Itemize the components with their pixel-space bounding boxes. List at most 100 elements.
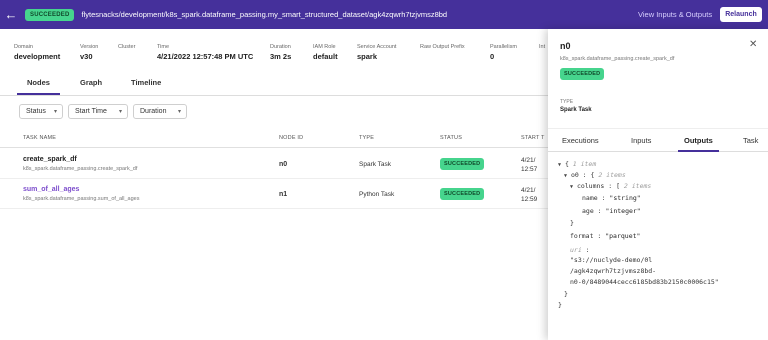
meta-label: Int <box>539 44 546 50</box>
chevron-down-icon: ▾ <box>118 109 122 115</box>
panel-tabs: Executions Inputs Outputs Task <box>548 128 768 152</box>
tab-task[interactable]: Task <box>743 136 758 145</box>
tab-inputs[interactable]: Inputs <box>631 136 651 145</box>
task-name[interactable]: sum_of_all_ages <box>23 186 79 193</box>
json-key: o0 <box>570 171 579 179</box>
meta-value: 3m 2s <box>270 52 292 61</box>
meta-label: Raw Output Prefix <box>420 44 465 50</box>
json-format-line: format : "parquet" <box>570 232 641 240</box>
json-key: age <box>582 207 594 215</box>
json-value: "integer" <box>605 207 641 215</box>
table-header: TASK NAME NODE ID TYPE STATUS START T <box>0 128 548 148</box>
tab-graph[interactable]: Graph <box>80 78 102 87</box>
json-uri-value-2: /agk4zqwrh7tzjvmsz8bd- <box>570 267 657 275</box>
caret-down-icon[interactable]: ▼ <box>558 162 561 168</box>
item-count: 2 items <box>623 182 652 190</box>
meta-service-account: Service Account spark <box>357 44 396 61</box>
task-type: Python Task <box>359 191 395 198</box>
json-o0-line: ▼ o0 : { 2 items <box>564 171 626 179</box>
start-date: 4/21/ <box>521 187 536 194</box>
json-key: uri <box>570 246 582 254</box>
arrow-left-icon[interactable]: ← <box>0 0 22 29</box>
task-name: create_spark_df <box>23 156 77 163</box>
panel-subtitle: k8s_spark.dataframe_passing.create_spark… <box>560 56 675 62</box>
json-columns-line: ▼ columns : [ 2 items <box>570 182 652 190</box>
json-name-line: name : "string" <box>582 194 641 202</box>
top-bar: ← SUCCEEDED flytesnacks/development/k8s_… <box>0 0 768 29</box>
meta-value: v30 <box>80 52 93 61</box>
execution-path: flytesnacks/development/k8s_spark.datafr… <box>81 10 448 19</box>
column-header[interactable]: NODE ID <box>279 135 303 141</box>
json-uri-value-1: "s3://nuclyde-demo/0l <box>570 256 653 264</box>
chevron-down-icon: ▾ <box>53 109 57 115</box>
meta-label: Cluster <box>118 44 136 50</box>
execution-status-badge: SUCCEEDED <box>25 8 75 21</box>
json-root-close: } <box>558 301 562 309</box>
chevron-down-icon: ▾ <box>177 109 181 115</box>
panel-header: n0 ✕ k8s_spark.dataframe_passing.create_… <box>548 29 768 124</box>
meta-value: 4/21/2022 12:57:48 PM UTC <box>157 52 254 61</box>
meta-label: Parallelism <box>490 44 517 50</box>
start-time: 4/21/ 12:57 <box>521 156 537 174</box>
json-key: format <box>570 232 594 240</box>
tab-timeline[interactable]: Timeline <box>131 78 161 87</box>
json-key: columns <box>576 182 605 190</box>
panel-title: n0 <box>560 41 571 51</box>
filter-label: Status <box>26 108 46 115</box>
view-inputs-outputs-link[interactable]: View Inputs & Outputs <box>638 10 712 19</box>
node-id: n0 <box>279 161 288 168</box>
json-uri-key-line: uri : <box>570 246 590 254</box>
start-time-filter[interactable]: Start Time ▾ <box>68 104 128 119</box>
column-header[interactable]: TYPE <box>359 135 374 141</box>
column-header[interactable]: START T <box>521 135 545 141</box>
status-badge: SUCCEEDED <box>440 158 485 170</box>
type-value: Spark Task <box>560 107 592 113</box>
meta-value: default <box>313 52 338 61</box>
caret-down-icon[interactable]: ▼ <box>570 184 573 190</box>
start-clock: 12:59 <box>521 196 538 203</box>
meta-label: Domain <box>14 44 33 50</box>
meta-value: development <box>14 52 61 61</box>
tab-executions[interactable]: Executions <box>562 136 599 145</box>
meta-time: Time 4/21/2022 12:57:48 PM UTC <box>157 44 253 61</box>
meta-domain: Domain development <box>14 44 60 61</box>
task-path: k8s_spark.dataframe_passing.sum_of_all_a… <box>23 196 140 202</box>
duration-filter[interactable]: Duration ▾ <box>133 104 187 119</box>
execution-tabs: Nodes Graph Timeline <box>0 72 548 96</box>
meta-iam-role: IAM Role default <box>313 44 338 61</box>
meta-label: IAM Role <box>313 44 336 50</box>
node-detail-panel: n0 ✕ k8s_spark.dataframe_passing.create_… <box>548 29 768 340</box>
relaunch-button[interactable]: Relaunch <box>720 7 762 22</box>
meta-label: Time <box>157 44 170 50</box>
json-uri-value-3: n0-0/8489044cecc6185bd83b2150c0006c15" <box>570 278 719 286</box>
meta-cluster: Cluster <box>118 44 135 52</box>
start-time: 4/21/ 12:59 <box>521 186 537 204</box>
filter-label: Start Time <box>75 108 107 115</box>
close-icon[interactable]: ✕ <box>749 39 757 50</box>
column-header[interactable]: STATUS <box>440 135 462 141</box>
item-count: 2 items <box>598 171 626 179</box>
tab-nodes[interactable]: Nodes <box>17 78 60 95</box>
tab-outputs[interactable]: Outputs <box>678 136 719 152</box>
start-clock: 12:57 <box>521 166 538 173</box>
meta-raw-output-prefix: Raw Output Prefix <box>420 44 465 52</box>
json-value: "string" <box>609 194 641 202</box>
task-type: Spark Task <box>359 161 392 168</box>
json-bracket-close: } <box>570 219 574 227</box>
meta-label: Version <box>80 44 99 50</box>
node-id: n1 <box>279 191 288 198</box>
meta-int: Int <box>539 44 545 52</box>
table-row[interactable]: create_spark_df k8s_spark.dataframe_pass… <box>0 150 548 179</box>
column-header[interactable]: TASK NAME <box>23 135 56 141</box>
meta-version: Version v30 <box>80 44 98 61</box>
item-count: 1 item <box>572 160 597 168</box>
json-root-line: ▼ { 1 item <box>558 160 597 168</box>
json-key: name <box>582 194 598 202</box>
meta-label: Duration <box>270 44 291 50</box>
status-filter[interactable]: Status ▾ <box>19 104 63 119</box>
meta-label: Service Account <box>357 44 397 50</box>
caret-down-icon[interactable]: ▼ <box>564 173 567 179</box>
start-date: 4/21/ <box>521 157 536 164</box>
meta-value: spark <box>357 52 378 61</box>
table-row[interactable]: sum_of_all_ages k8s_spark.dataframe_pass… <box>0 180 548 209</box>
